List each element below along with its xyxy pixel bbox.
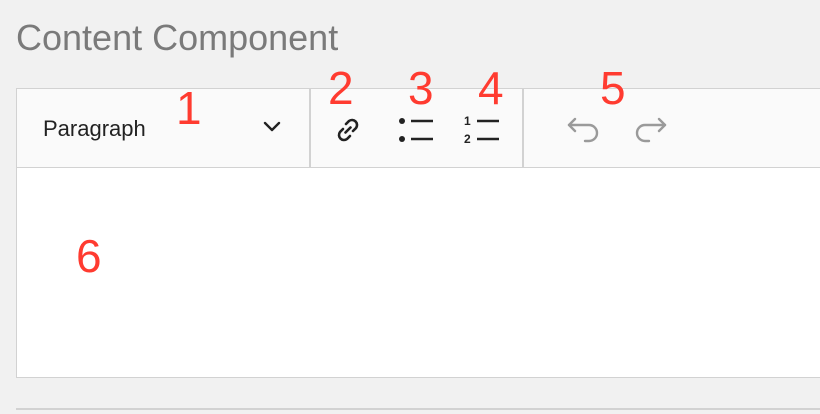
rich-text-editor: Paragraph 1 2 [16, 88, 820, 378]
link-button[interactable] [331, 113, 365, 147]
redo-icon [635, 117, 667, 143]
annotation-marker-3: 3 [408, 62, 434, 114]
block-format-selected-value: Paragraph [43, 116, 146, 141]
page-title: Content Component [16, 17, 339, 58]
undo-button[interactable] [565, 113, 603, 143]
toolbar-divider [522, 89, 524, 167]
editor-content-area[interactable] [17, 168, 820, 377]
section-divider [16, 408, 820, 410]
annotation-marker-2: 2 [328, 62, 354, 114]
annotation-marker-4: 4 [478, 62, 504, 114]
annotation-marker-6: 6 [76, 230, 102, 282]
undo-icon [567, 117, 599, 143]
numbered-icon-digit-2: 2 [464, 132, 471, 146]
chevron-down-icon [263, 121, 281, 132]
annotation-marker-1: 1 [176, 82, 202, 134]
numbered-list-icon: 1 2 [464, 114, 499, 146]
bulleted-list-icon [399, 118, 433, 142]
toolbar-divider [309, 89, 311, 167]
link-icon [337, 118, 359, 142]
annotation-marker-5: 5 [600, 62, 626, 114]
block-format-dropdown[interactable]: Paragraph [17, 89, 309, 167]
redo-button[interactable] [631, 113, 669, 143]
numbered-icon-digit-1: 1 [464, 114, 471, 128]
bulleted-list-button[interactable] [395, 113, 437, 147]
numbered-list-button[interactable]: 1 2 [461, 113, 503, 147]
